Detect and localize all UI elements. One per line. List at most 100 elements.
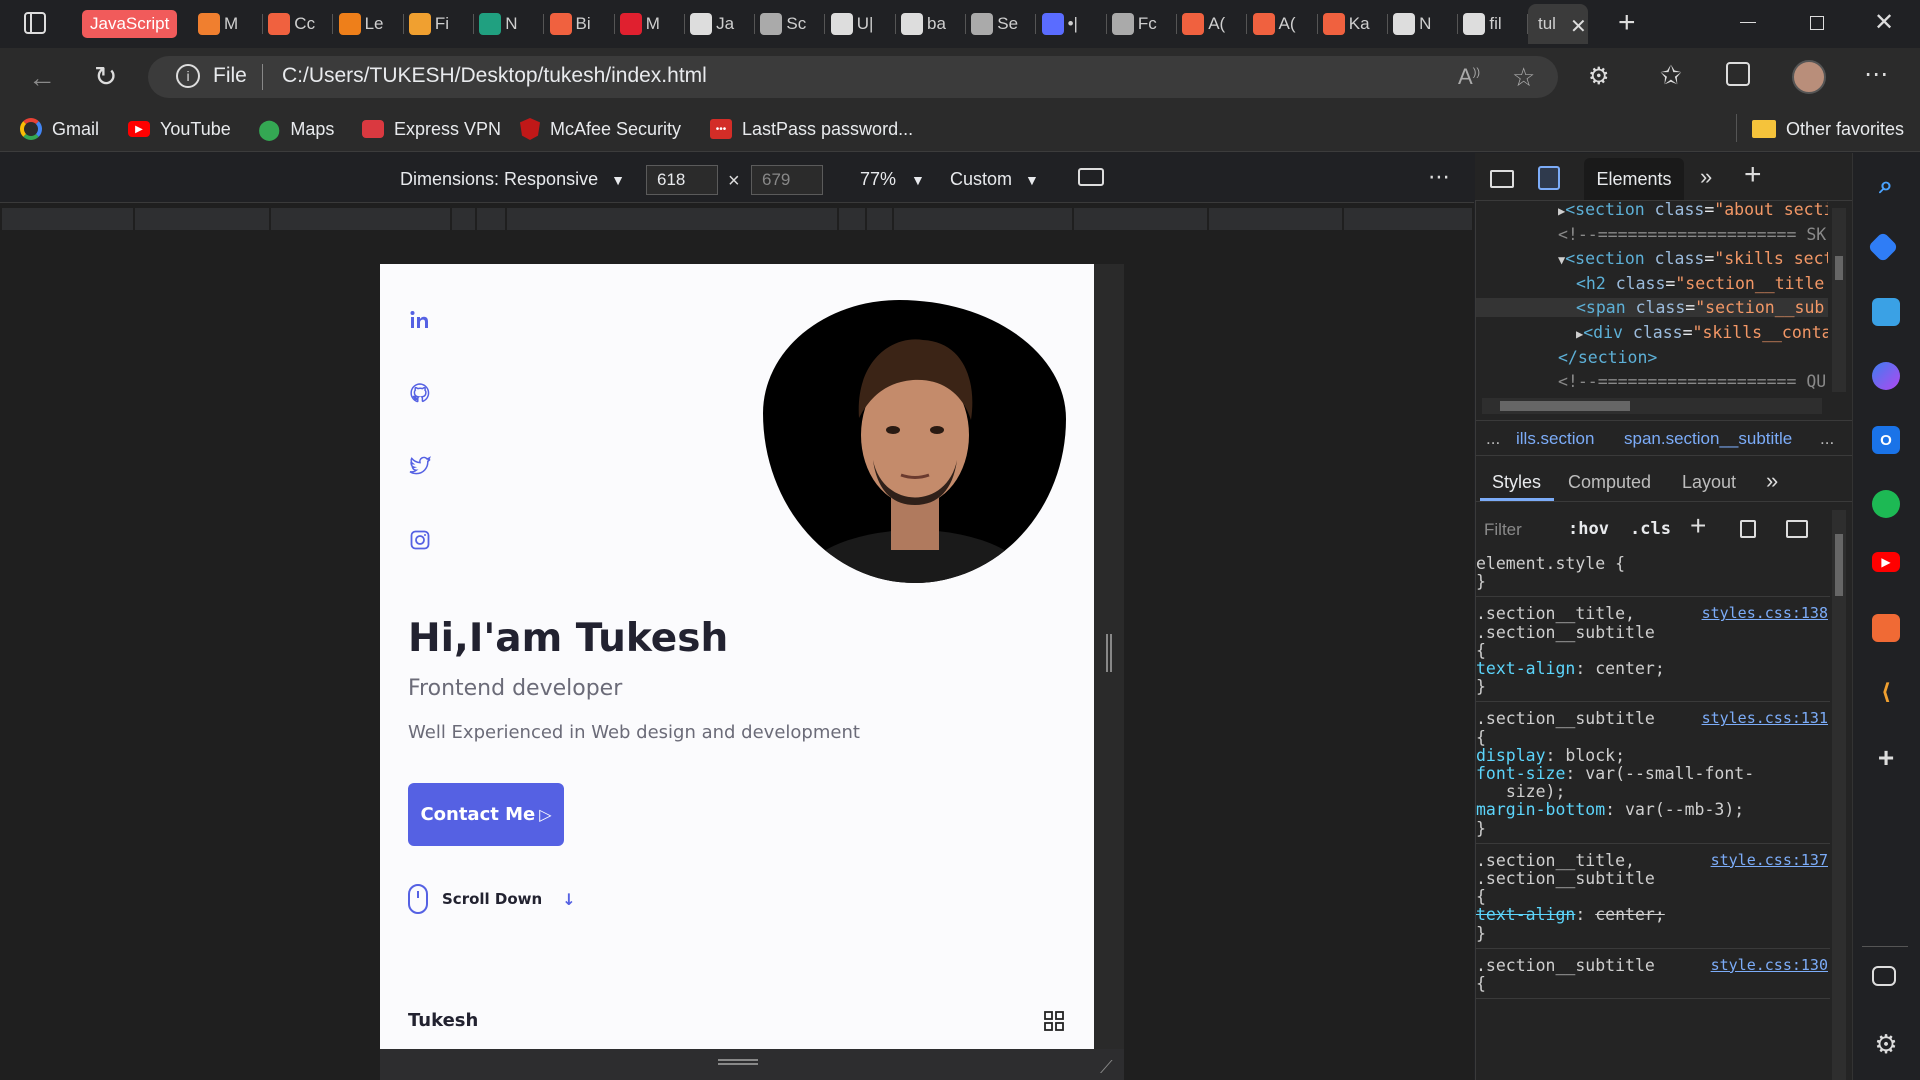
bookmark-youtube[interactable]: ▶ YouTube — [128, 114, 231, 144]
tab-computed[interactable]: Computed — [1568, 472, 1651, 493]
resize-corner-icon[interactable]: ⟋ — [1100, 1057, 1113, 1078]
dom-node[interactable]: </section> — [1558, 348, 1657, 367]
new-rule-icon[interactable]: + — [1690, 510, 1706, 542]
github-icon[interactable] — [408, 381, 432, 405]
hov-toggle[interactable]: :hov — [1568, 519, 1609, 539]
youtube-sidebar-icon[interactable]: ▶ — [1872, 552, 1900, 572]
throttle-dropdown[interactable]: Custom ▼ — [950, 169, 1039, 190]
tab-item[interactable]: Fi — [408, 8, 475, 40]
tab-item[interactable]: Bi — [549, 8, 616, 40]
refresh-icon[interactable]: ↻ — [94, 60, 117, 93]
tab-item[interactable]: fil — [1463, 8, 1529, 40]
bookmark-express-vpn[interactable]: Express VPN — [362, 114, 501, 144]
bookmark-mcafee[interactable]: McAfee Security — [520, 114, 681, 144]
stylesheet-link[interactable]: style.css:130 — [1711, 956, 1828, 974]
tab-item[interactable]: M — [198, 8, 264, 40]
nav-logo[interactable]: Tukesh — [408, 1010, 478, 1031]
tools-icon[interactable] — [1872, 298, 1900, 326]
tab-item[interactable]: Le — [338, 8, 405, 40]
profile-avatar[interactable] — [1792, 60, 1826, 94]
tab-elements[interactable]: Elements — [1584, 158, 1684, 200]
contact-me-button[interactable]: Contact Me ▷ — [408, 783, 564, 846]
tab-item[interactable]: Se — [971, 8, 1037, 40]
search-icon[interactable]: ⌕ — [1872, 172, 1900, 200]
tab-item[interactable]: •| — [1041, 8, 1108, 40]
dom-node[interactable]: <h2 class="section__title — [1576, 274, 1824, 293]
leetcode-icon[interactable]: ⟨ — [1872, 678, 1900, 706]
tab-item[interactable]: A( — [1182, 8, 1248, 40]
inspect-element-icon[interactable] — [1490, 170, 1514, 188]
tab-item[interactable]: ba — [901, 8, 967, 40]
instagram-icon[interactable] — [408, 528, 432, 552]
dom-horizontal-scrollbar[interactable] — [1482, 398, 1822, 414]
dimensions-dropdown[interactable]: Dimensions: Responsive ▼ — [400, 169, 625, 190]
stylesheet-link[interactable]: styles.css:138 — [1702, 604, 1828, 622]
width-input[interactable]: 618 — [646, 165, 718, 195]
bookmark-gmail[interactable]: Gmail — [20, 114, 99, 144]
dom-node[interactable]: <!--==================== QU — [1558, 372, 1826, 391]
styles-filter-input[interactable]: Filter — [1484, 520, 1522, 540]
collections-icon[interactable] — [1726, 62, 1750, 86]
new-tab-icon[interactable]: + — [1618, 6, 1636, 40]
hide-sidebar-icon[interactable] — [1872, 966, 1896, 986]
dom-scrollbar[interactable] — [1832, 208, 1846, 392]
tab-item[interactable]: Ja — [690, 8, 756, 40]
device-toggle-icon[interactable] — [1538, 166, 1560, 190]
media-query-bar[interactable] — [2, 208, 1472, 230]
tab-actions-icon[interactable] — [24, 12, 46, 34]
back-icon[interactable]: ← — [28, 62, 56, 94]
copilot-icon[interactable] — [1872, 362, 1900, 390]
tab-group-javascript[interactable]: JavaScript — [82, 8, 182, 40]
dom-node[interactable]: <span class="section__sub — [1476, 298, 1828, 318]
bookmark-other-favorites[interactable]: Other favorites — [1752, 114, 1904, 144]
tab-item[interactable]: M — [619, 8, 686, 40]
restore-icon[interactable] — [1810, 16, 1824, 30]
bookmark-maps[interactable]: ⬤ Maps — [258, 114, 334, 144]
styles-scrollbar[interactable] — [1832, 510, 1846, 1080]
add-tab-icon[interactable]: + — [1744, 158, 1762, 192]
tab-item[interactable]: Ka — [1322, 8, 1389, 40]
outlook-icon[interactable]: O — [1872, 426, 1900, 454]
stylesheet-link[interactable]: style.css:137 — [1711, 851, 1828, 869]
tab-styles[interactable]: Styles — [1492, 472, 1541, 493]
toggle-sidebar-icon[interactable] — [1786, 520, 1808, 538]
settings-icon[interactable]: ⚙ — [1872, 1029, 1900, 1059]
scroll-down-link[interactable]: Scroll Down ↓ — [408, 884, 576, 914]
tab-item[interactable]: A( — [1252, 8, 1319, 40]
add-sidebar-app-icon[interactable]: + — [1872, 742, 1900, 773]
favorites-icon[interactable]: ✩ — [1660, 60, 1682, 91]
site-info-icon[interactable]: i — [176, 64, 200, 88]
cls-toggle[interactable]: .cls — [1630, 519, 1671, 539]
tab-item[interactable]: N — [1393, 8, 1459, 40]
tab-item[interactable]: Sc — [760, 8, 826, 40]
menu-grid-icon[interactable] — [1044, 1011, 1064, 1031]
close-tab-icon[interactable]: ✕ — [1570, 14, 1587, 39]
bookmark-lastpass[interactable]: ••• LastPass password... — [710, 114, 913, 144]
tab-item[interactable]: N — [479, 8, 545, 40]
more-tabs-icon[interactable]: » — [1700, 164, 1712, 190]
stylesheet-link[interactable]: styles.css:131 — [1702, 709, 1828, 727]
url-text[interactable]: C:/Users/TUKESH/Desktop/tukesh/index.htm… — [282, 64, 707, 88]
rotate-icon[interactable] — [1078, 168, 1104, 186]
resize-handle-right[interactable] — [1094, 264, 1124, 1049]
extensions-icon[interactable]: ⚙ — [1588, 62, 1610, 91]
linkedin-icon[interactable] — [408, 308, 432, 332]
dom-node[interactable]: <!--==================== SK — [1558, 225, 1826, 244]
twitter-icon[interactable] — [408, 454, 432, 478]
dom-node[interactable]: ▶<div class="skills__conta — [1576, 323, 1828, 342]
tab-item[interactable]: U| — [830, 8, 897, 40]
tab-item[interactable]: Fc — [1111, 8, 1178, 40]
minimize-icon[interactable] — [1740, 22, 1756, 23]
dom-node[interactable]: ▼<section class="skills sect — [1558, 249, 1828, 268]
more-menu-icon[interactable]: ⋯ — [1864, 60, 1888, 89]
tab-layout[interactable]: Layout — [1682, 472, 1736, 493]
spotify-icon[interactable] — [1872, 490, 1900, 518]
resize-handle-bottom[interactable]: ⟋ — [380, 1049, 1124, 1080]
height-input[interactable]: 679 — [751, 165, 823, 195]
read-aloud-icon[interactable]: A)) — [1458, 64, 1480, 90]
more-subtabs-icon[interactable]: » — [1766, 468, 1778, 494]
dom-node[interactable]: ▶<section class="about secti — [1558, 202, 1828, 219]
close-window-icon[interactable]: ✕ — [1874, 8, 1894, 37]
codechef-icon[interactable] — [1872, 614, 1900, 642]
zoom-dropdown[interactable]: 77% ▼ — [860, 169, 925, 190]
